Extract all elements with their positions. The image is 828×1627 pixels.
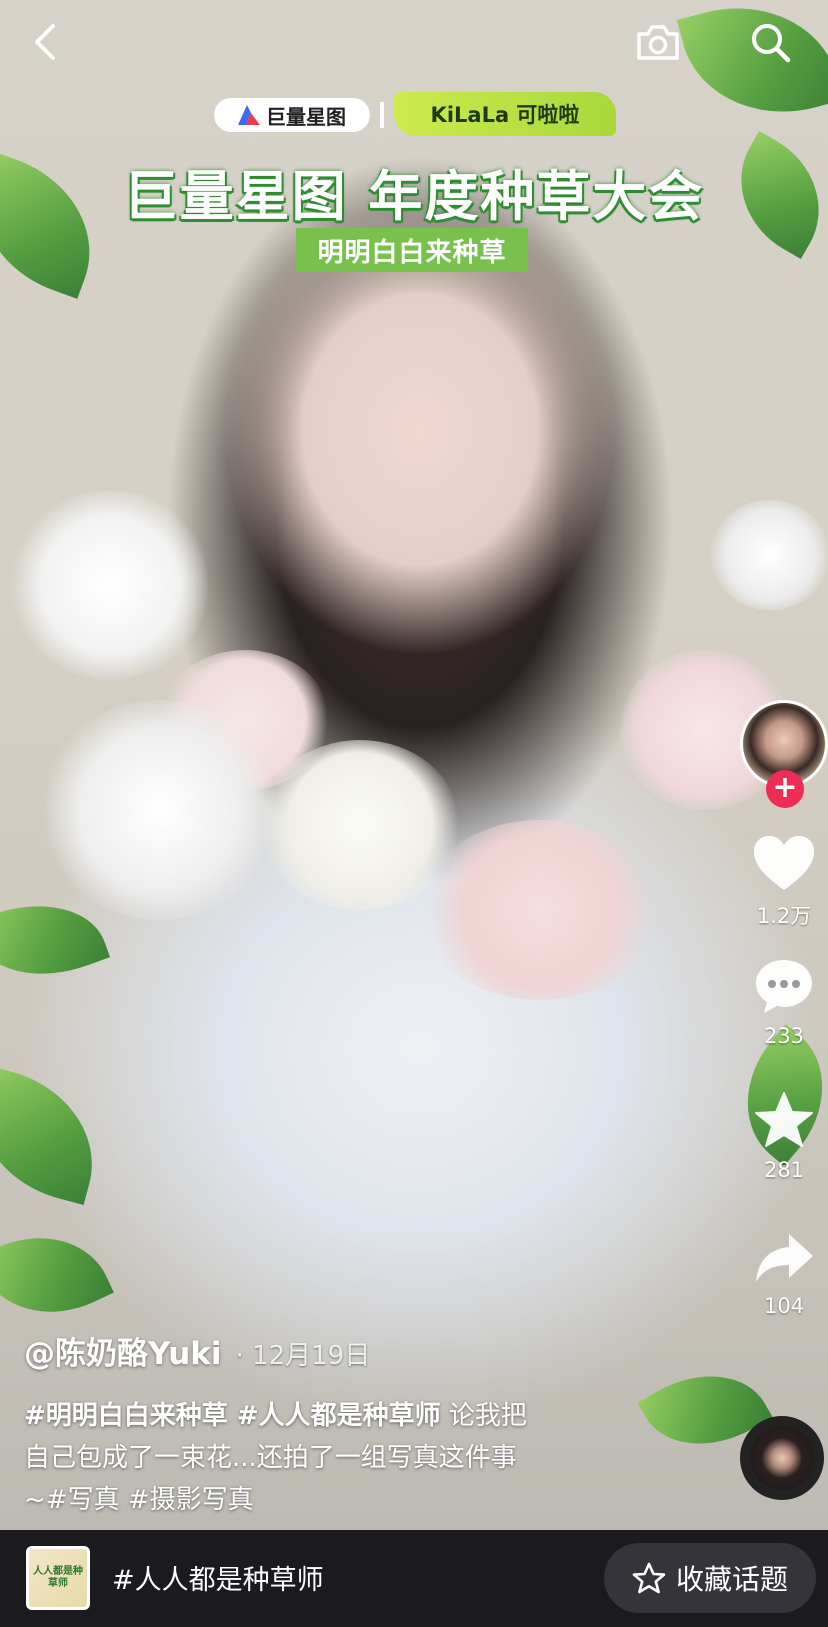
camera-button[interactable] <box>630 14 686 70</box>
topic-bar[interactable]: 人人都是种草师 #人人都是种草师 收藏话题 <box>0 1530 828 1627</box>
author-line: @陈奶酪Yuki · 12月19日 <box>24 1328 664 1373</box>
event-banner: 巨量星图 KiLaLa 可啦啦 巨量星图 年度种草大会 明明白白来种草 <box>0 92 828 282</box>
video-description: #明明白白来种草 #人人都是种草师 论我把 自己包成了一束花...还拍了一组写真… <box>24 1395 664 1521</box>
video-feed-screen: 巨量星图 KiLaLa 可啦啦 巨量星图 年度种草大会 明明白白来种草 + 1.… <box>0 0 828 1627</box>
back-button[interactable] <box>20 14 70 70</box>
music-disc[interactable] <box>740 1416 824 1500</box>
star-icon <box>755 1092 813 1147</box>
banner-title: 巨量星图 年度种草大会 <box>123 165 705 228</box>
save-topic-label: 收藏话题 <box>675 1563 788 1596</box>
like-button[interactable]: 1.2万 <box>740 834 828 930</box>
author-name[interactable]: @陈奶酪Yuki <box>24 1328 222 1373</box>
search-button[interactable] <box>742 14 798 70</box>
like-count: 1.2万 <box>756 904 812 928</box>
flower-decoration <box>710 500 828 610</box>
description-line: 自己包成了一束花...还拍了一组写真这件事 <box>24 1443 517 1473</box>
leaf-decoration <box>0 1210 114 1340</box>
topic-name[interactable]: #人人都是种草师 <box>112 1558 324 1597</box>
share-arrow-icon <box>756 1234 813 1282</box>
share-count: 104 <box>763 1294 805 1318</box>
video-caption: @陈奶酪Yuki · 12月19日 #明明白白来种草 #人人都是种草师 论我把 … <box>24 1328 664 1521</box>
star-outline-icon <box>632 1562 666 1594</box>
brand-mark-icon <box>238 105 260 125</box>
save-topic-button[interactable]: 收藏话题 <box>604 1543 816 1613</box>
topic-thumbnail: 人人都是种草师 <box>26 1546 90 1610</box>
leaf-decoration <box>0 1065 113 1205</box>
banner-subtitle: 明明白白来种草 <box>296 228 528 272</box>
flower-decoration <box>10 490 210 680</box>
share-button[interactable]: 104 <box>740 1230 828 1318</box>
favorite-count: 281 <box>763 1158 805 1182</box>
description-line: #明明白白来种草 #人人都是种草师 论我把 <box>24 1395 664 1437</box>
comment-count: 233 <box>763 1024 805 1048</box>
partner-logo: KiLaLa 可啦啦 <box>394 92 616 136</box>
brand-name: 巨量星图 <box>266 104 346 129</box>
post-date: · 12月19日 <box>235 1341 371 1371</box>
author-avatar-button[interactable]: + <box>740 700 828 808</box>
flower-decoration <box>40 700 280 920</box>
brand-logo: 巨量星图 <box>214 98 370 132</box>
comment-icon <box>756 960 812 1013</box>
flower-decoration <box>420 820 660 1000</box>
banner-divider <box>380 102 384 128</box>
top-bar <box>0 0 828 90</box>
description-line[interactable]: ~#写真 #摄影写真 <box>24 1479 664 1521</box>
camera-icon <box>637 25 679 60</box>
description-text: 论我把 <box>440 1401 527 1431</box>
heart-icon <box>754 836 814 890</box>
comment-button[interactable]: 233 <box>740 956 828 1048</box>
follow-button[interactable]: + <box>766 770 804 808</box>
search-icon <box>752 24 791 63</box>
chevron-left-icon <box>35 24 55 60</box>
favorite-button[interactable]: 281 <box>740 1090 828 1182</box>
hashtag-link[interactable]: #明明白白来种草 #人人都是种草师 <box>24 1401 441 1431</box>
